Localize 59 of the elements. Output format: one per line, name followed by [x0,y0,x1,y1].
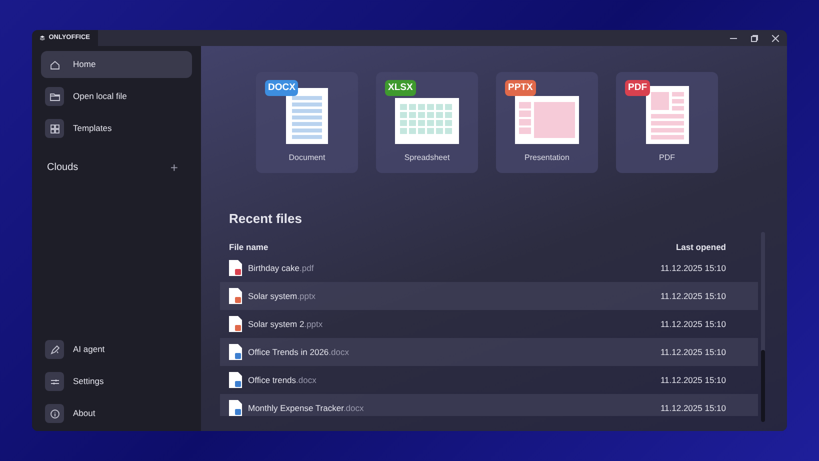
logo-icon [40,34,45,42]
pdf-document-drawing [646,86,688,144]
grid-icon [45,119,64,138]
sidebar-item[interactable]: Settings [41,368,192,395]
file-name: Monthly Expense Tracker.docx [248,402,364,415]
column-header[interactable]: File name [229,240,268,254]
sidebar-item[interactable]: AI agent [41,336,192,363]
sidebar-item[interactable]: Open local file [41,83,192,110]
file-icon [229,316,242,332]
format-badge: PPTX [505,80,536,96]
file-name: Office Trends in 2026.docx [248,346,349,359]
file-row[interactable]: Office trends.docx 11.12.2025 15:10 [220,366,758,394]
file-row[interactable]: Birthday cake.pdf 11.12.2025 15:10 [220,254,758,282]
file-row[interactable]: Office Trends in 2026.docx 11.12.2025 15:10 [220,338,758,366]
presentation-drawing [515,96,579,144]
create-card[interactable]: DOCX Document [256,72,358,173]
last-opened: 11.12.2025 15:10 [660,290,726,303]
restore-icon[interactable] [751,34,758,42]
pen-icon [45,340,64,359]
file-icon [229,400,242,416]
spreadsheet-drawing [395,98,459,144]
file-name: Office trends.docx [248,374,316,387]
clouds-heading: Clouds [47,161,78,175]
column-header[interactable]: Last opened [676,240,726,254]
sidebar-item[interactable]: Templates [41,115,192,142]
file-icon [229,288,242,304]
create-card[interactable]: XLSX Spreadsheet [376,72,478,173]
format-badge: XLSX [385,80,416,96]
close-icon[interactable] [772,34,779,42]
last-opened: 11.12.2025 15:10 [660,374,726,387]
card-label: Presentation [524,152,570,164]
file-icon [229,344,242,360]
card-label: Spreadsheet [404,152,450,164]
last-opened: 11.12.2025 15:10 [660,402,726,415]
create-card[interactable]: PDF PDF [616,72,718,173]
last-opened: 11.12.2025 15:10 [660,318,726,331]
card-label: PDF [659,152,675,164]
file-icon [229,372,242,388]
sidebar-item[interactable]: Home [41,51,192,78]
last-opened: 11.12.2025 15:10 [660,346,726,359]
info-icon [45,404,64,423]
file-row[interactable]: Solar system 2.pptx 11.12.2025 15:10 [220,310,758,338]
recent-files-heading: Recent files [229,210,303,228]
file-name: Birthday cake.pdf [248,262,314,275]
file-row[interactable]: Monthly Expense Tracker.docx 11.12.2025 15:10 [220,394,758,416]
create-card[interactable]: PPTX Presentation [496,72,598,173]
format-badge: DOCX [265,80,298,96]
add-cloud-button[interactable]: + [170,161,178,174]
file-name: Solar system 2.pptx [248,318,323,331]
file-row[interactable]: Solar system.pptx 11.12.2025 15:10 [220,282,758,310]
file-icon [229,260,242,276]
file-name: Solar system.pptx [248,290,316,303]
scrollbar[interactable] [761,232,765,422]
folder-icon [45,87,64,106]
card-label: Document [288,152,326,164]
sidebar-item[interactable]: About [41,400,192,427]
last-opened: 11.12.2025 15:10 [660,262,726,275]
format-badge: PDF [625,80,650,96]
sliders-icon [45,372,64,391]
